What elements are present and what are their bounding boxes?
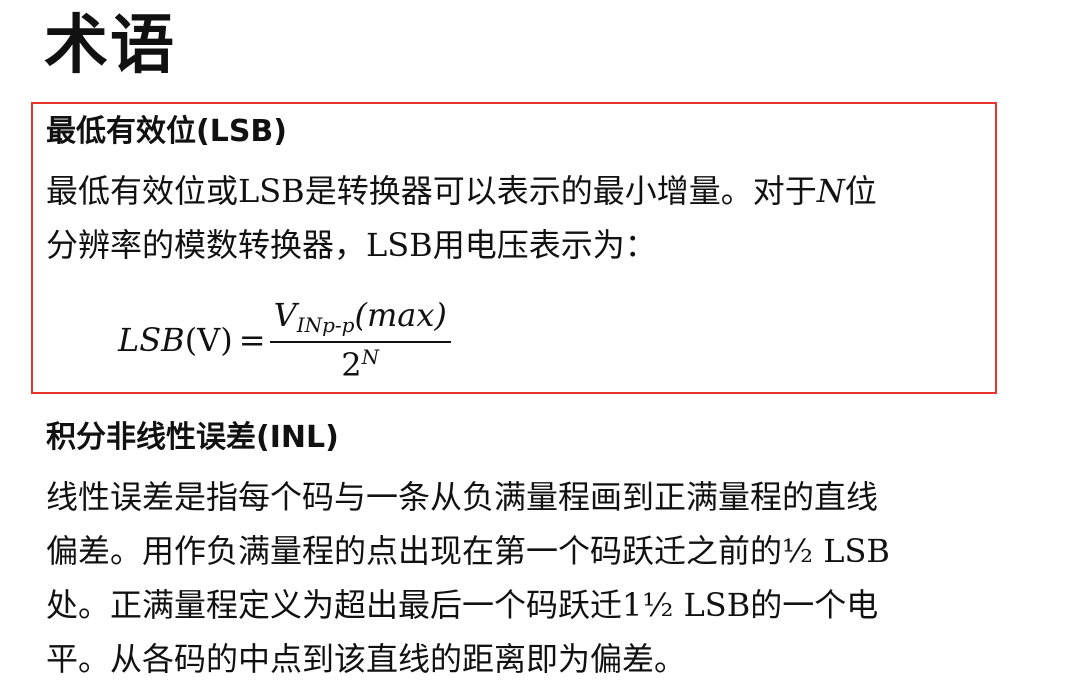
formula-numerator-arg: (max): [354, 296, 447, 334]
page-heading: 术语: [44, 9, 176, 83]
lsb-line-1: 最低有效位或LSB是转换器可以表示的最小增量。对于N位: [46, 164, 1006, 218]
inl-line-4: 平。从各码的中点到该直线的距离即为偏差。: [46, 640, 687, 678]
inl-line-1: 线性误差是指每个码与一条从负满量程画到正满量程的直线: [46, 478, 879, 516]
formula-numerator: VINp-p(max): [269, 296, 451, 343]
inl-line-2: 偏差。用作负满量程的点出现在第一个码跃迁之前的½ LSB: [46, 532, 890, 570]
lsb-line-1-variable: N: [816, 172, 845, 210]
lsb-line-1-after: 位: [844, 172, 877, 210]
formula-denominator-exp: N: [361, 345, 380, 369]
inl-line-3: 处。正满量程定义为超出最后一个码跃迁1½ LSB的一个电: [46, 586, 879, 624]
formula-numerator-var: V: [273, 296, 297, 334]
lsb-line-1-before: 最低有效位或LSB是转换器可以表示的最小增量。对于: [46, 172, 817, 210]
formula-lhs: LSB(V): [118, 321, 233, 359]
formula-equals: =: [238, 321, 266, 359]
lsb-line-2: 分辨率的模数转换器，LSB用电压表示为：: [46, 226, 657, 264]
lsb-paragraph: 最低有效位或LSB是转换器可以表示的最小增量。对于N位 分辨率的模数转换器，LS…: [46, 164, 1006, 272]
lsb-formula: LSB(V) = VINp-p(max) 2N: [118, 296, 451, 384]
formula-fraction: VINp-p(max) 2N: [269, 296, 451, 384]
formula-denominator-base: 2: [341, 346, 362, 384]
formula-denominator: 2N: [341, 343, 379, 384]
formula-numerator-sub: INp-p: [296, 313, 355, 337]
formula-lhs-symbol: LSB: [118, 321, 185, 359]
lsb-section-title: 最低有效位(LSB): [46, 114, 288, 149]
inl-section-title: 积分非线性误差(INL): [46, 420, 339, 455]
inl-paragraph: 线性误差是指每个码与一条从负满量程画到正满量程的直线 偏差。用作负满量程的点出现…: [46, 470, 1006, 686]
formula-lhs-unit: (V): [184, 321, 233, 359]
